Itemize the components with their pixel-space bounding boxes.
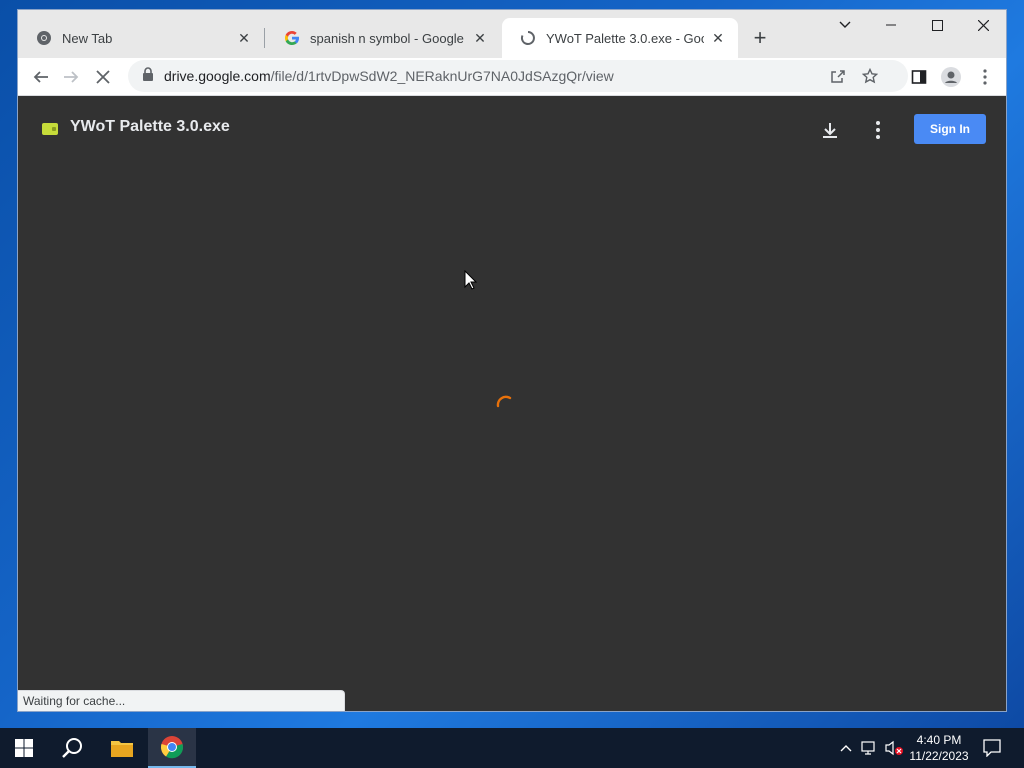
menu-button[interactable] (970, 62, 1000, 92)
share-icon[interactable] (828, 66, 848, 86)
close-window-button[interactable] (960, 10, 1006, 40)
tab-title: spanish n symbol - Google Search (310, 30, 466, 46)
file-header: YWoT Palette 3.0.exe Sign In (18, 96, 1006, 160)
url-path: /file/d/1rtvDpwSdW2_NERaknUrG7NA0JdSAzgQ… (270, 68, 614, 84)
tab-google-search[interactable]: spanish n symbol - Google Search ✕ (266, 18, 500, 58)
more-vertical-icon (876, 121, 880, 139)
more-vertical-icon (983, 69, 987, 85)
mouse-cursor-icon (464, 270, 478, 290)
start-button[interactable] (0, 728, 48, 768)
star-icon[interactable] (860, 66, 880, 86)
google-icon (284, 30, 300, 46)
tab-title: YWoT Palette 3.0.exe - Google Drive (546, 30, 704, 46)
close-icon[interactable]: ✕ (710, 30, 726, 46)
file-explorer-button[interactable] (98, 728, 146, 768)
forward-button[interactable] (56, 62, 86, 92)
chrome-icon (36, 30, 52, 46)
file-type-icon (42, 123, 58, 135)
search-button[interactable] (48, 728, 96, 768)
url-domain: drive.google.com (164, 68, 271, 84)
profile-button[interactable] (936, 62, 966, 92)
chrome-taskbar-button[interactable] (148, 728, 196, 768)
taskbar-clock[interactable]: 4:40 PM 11/22/2023 (906, 732, 972, 764)
folder-icon (111, 741, 133, 757)
download-button[interactable] (816, 116, 844, 144)
back-button[interactable] (26, 62, 56, 92)
close-icon[interactable]: ✕ (472, 30, 488, 46)
tab-strip: New Tab ✕ spanish n symbol - Google Sear… (18, 10, 1006, 58)
maximize-icon (931, 19, 943, 31)
more-actions-button[interactable] (864, 116, 892, 144)
chevron-down-icon (839, 21, 851, 28)
tab-new-tab[interactable]: New Tab ✕ (18, 18, 264, 58)
close-icon[interactable]: ✕ (236, 30, 252, 46)
file-title: YWoT Palette 3.0.exe (70, 118, 230, 135)
tab-title: New Tab (62, 30, 113, 46)
sign-in-button[interactable]: Sign In (914, 114, 986, 144)
arrow-right-icon (64, 71, 79, 83)
browser-toolbar: drive.google.com/file/d/1rtvDpwSdW2_NERa… (18, 58, 1006, 96)
tab-search-button[interactable] (822, 10, 868, 40)
side-panel-icon (911, 70, 927, 84)
lock-icon[interactable] (142, 66, 154, 86)
close-icon (96, 70, 110, 84)
side-panel-button[interactable] (904, 62, 934, 92)
drive-preview-page: YWoT Palette 3.0.exe Sign In Waiting for… (18, 96, 1006, 711)
tab-separator (264, 28, 265, 48)
taskbar: 4:40 PM 11/22/2023 (0, 728, 1024, 768)
network-icon[interactable] (860, 738, 880, 758)
volume-muted-icon[interactable] (884, 738, 904, 758)
avatar-icon (941, 67, 961, 87)
chevron-up-icon[interactable] (836, 738, 856, 758)
clock-time: 4:40 PM (916, 733, 962, 747)
download-icon (823, 123, 837, 138)
browser-window: New Tab ✕ spanish n symbol - Google Sear… (18, 10, 1006, 711)
url-text[interactable]: drive.google.com/file/d/1rtvDpwSdW2_NERa… (164, 68, 614, 84)
tab-drive-file[interactable]: YWoT Palette 3.0.exe - Google Drive ✕ (502, 18, 738, 58)
clock-date: 11/22/2023 (909, 749, 969, 763)
search-icon (62, 738, 82, 758)
status-bar: Waiting for cache... (18, 690, 345, 711)
address-bar[interactable]: drive.google.com/file/d/1rtvDpwSdW2_NERa… (128, 60, 908, 92)
loading-spinner-icon (496, 395, 512, 408)
new-tab-button[interactable]: + (746, 24, 774, 52)
loading-spinner-icon (520, 30, 536, 46)
maximize-button[interactable] (914, 10, 960, 40)
chrome-icon (160, 736, 184, 759)
minimize-icon (886, 24, 896, 26)
notification-icon[interactable] (982, 738, 1002, 758)
stop-loading-button[interactable] (88, 62, 118, 92)
windows-icon (15, 739, 33, 757)
close-icon (977, 19, 989, 31)
minimize-button[interactable] (868, 10, 914, 40)
arrow-left-icon (33, 71, 48, 83)
